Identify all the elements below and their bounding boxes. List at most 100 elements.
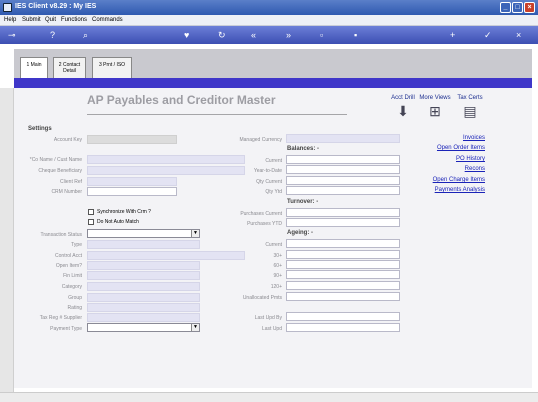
balance-ytd-field[interactable] <box>286 165 400 174</box>
ageing-120-field[interactable] <box>286 281 400 290</box>
ageing-30-field[interactable] <box>286 250 400 259</box>
ageing-60-label: 60+ <box>273 263 282 269</box>
menu-help[interactable]: Help <box>4 17 16 23</box>
content-panel <box>14 88 532 388</box>
control-acct-label: Control Acct <box>55 253 82 259</box>
managed-currency-label: Managed Currency <box>239 137 282 143</box>
qty-ytd-label: Qty Ytd <box>265 189 282 195</box>
ageing-current-label: Current <box>265 242 282 248</box>
sync-crm-label: Synchronize With Crm ? <box>97 209 151 215</box>
open-order-items-link[interactable]: Open Order Items <box>437 145 485 151</box>
ageing-90-label: 90+ <box>273 273 282 279</box>
purchases-ytd-field[interactable] <box>286 218 400 227</box>
turnover-heading: Turnover: - <box>287 199 319 205</box>
rewind-icon[interactable]: « <box>251 30 256 40</box>
tab-contact-label: 2 Contact Detail <box>58 62 81 74</box>
app-icon <box>3 3 12 12</box>
group-label: Group <box>68 295 82 301</box>
save-icon[interactable]: ▪ <box>354 30 357 40</box>
check-icon[interactable]: ✓ <box>484 30 492 40</box>
fin-limit-label: Fin Limit <box>63 273 82 279</box>
open-charge-items-link[interactable]: Open Charge Items <box>433 177 485 183</box>
maximize-icon[interactable]: □ <box>512 2 523 13</box>
close-icon[interactable]: × <box>524 2 535 13</box>
crm-number-label: CRM Number <box>51 189 82 195</box>
add-icon[interactable]: + <box>450 30 455 40</box>
payment-type-select[interactable]: ▼ <box>87 323 200 332</box>
page-title: AP Payables and Creditor Master <box>87 93 276 107</box>
stop-icon[interactable]: ▫ <box>320 30 323 40</box>
last-upd-field[interactable] <box>286 323 400 332</box>
chevron-down-icon[interactable]: ▼ <box>191 230 199 237</box>
ageing-30-label: 30+ <box>273 253 282 259</box>
open-item-field[interactable] <box>87 261 200 270</box>
fast-forward-icon[interactable]: » <box>286 30 291 40</box>
category-field[interactable] <box>87 282 200 291</box>
sync-crm-checkbox[interactable] <box>88 209 94 215</box>
menu-bar: Help Submit Quit Functions Commands <box>0 15 538 26</box>
open-item-label: Open Item? <box>55 263 82 269</box>
rating-label: Rating <box>67 305 82 311</box>
acct-drill-button[interactable]: Acct Drill ⬇ <box>390 95 416 120</box>
tax-certs-button[interactable]: Tax Certs ▤ <box>456 95 484 120</box>
fin-limit-field[interactable] <box>87 271 200 280</box>
client-ref-label: Client Ref <box>60 179 82 185</box>
rating-field[interactable] <box>87 303 200 312</box>
last-upd-by-label: Last Upd By <box>254 315 282 321</box>
tab-main-label: 1 Main <box>26 62 42 68</box>
more-views-button[interactable]: More Views ⊞ <box>418 95 452 120</box>
balance-current-label: Current <box>265 158 282 164</box>
settings-heading: Settings <box>28 126 52 132</box>
minimize-icon[interactable]: _ <box>500 2 511 13</box>
balances-heading: Balances: - <box>287 146 320 152</box>
transaction-status-select[interactable]: ▼ <box>87 229 200 238</box>
tax-reg-label: Tax Reg # Supplier <box>39 315 82 321</box>
balance-current-field[interactable] <box>286 155 400 164</box>
client-ref-field[interactable] <box>87 177 177 186</box>
toolbar-close-icon[interactable]: × <box>516 30 521 40</box>
no-auto-match-checkbox[interactable] <box>88 219 94 225</box>
hierarchy-icon: ⊞ <box>429 103 441 119</box>
recons-link[interactable]: Recons <box>465 166 485 172</box>
account-key-field[interactable] <box>87 135 177 144</box>
menu-quit[interactable]: Quit <box>45 17 56 23</box>
ageing-90-field[interactable] <box>286 270 400 279</box>
crm-number-field[interactable] <box>87 187 177 196</box>
qty-current-field[interactable] <box>286 176 400 185</box>
status-bar <box>0 392 538 402</box>
ageing-60-field[interactable] <box>286 260 400 269</box>
heart-icon[interactable]: ♥ <box>184 30 189 40</box>
key-icon[interactable]: ⊸ <box>8 30 16 40</box>
header-bar <box>14 78 532 88</box>
tab-contact-detail[interactable]: 2 Contact Detail <box>53 57 86 78</box>
menu-functions[interactable]: Functions <box>61 17 87 23</box>
title-underline <box>87 114 347 115</box>
unallocated-pmts-label: Unallocated Pmts <box>242 295 282 301</box>
group-field[interactable] <box>87 293 200 302</box>
download-icon: ⬇ <box>397 103 409 119</box>
payments-analysis-link[interactable]: Payments Analysis <box>435 187 485 193</box>
qty-ytd-field[interactable] <box>286 186 400 195</box>
tax-certs-label: Tax Certs <box>457 95 483 101</box>
account-key-label: Account Key <box>53 137 82 143</box>
tax-reg-field[interactable] <box>87 313 200 322</box>
managed-currency-field[interactable] <box>286 134 400 143</box>
purchases-current-field[interactable] <box>286 208 400 217</box>
tab-prnt-iso[interactable]: 3 Prnt / ISO <box>92 57 132 78</box>
window-title: IES Client v8.29 : My IES <box>15 3 97 10</box>
search-icon[interactable]: ⌕ <box>83 30 88 40</box>
menu-commands[interactable]: Commands <box>92 17 123 23</box>
invoices-link[interactable]: Invoices <box>463 135 485 141</box>
last-upd-label: Last Upd <box>261 326 282 332</box>
unallocated-pmts-field[interactable] <box>286 292 400 301</box>
toolbar: ⊸ ? ⌕ ♥ ↻ « » ▫ ▪ + ✓ × <box>0 26 538 44</box>
purchases-current-label: Purchases Current <box>240 211 282 217</box>
type-field[interactable] <box>87 240 200 249</box>
help-icon[interactable]: ? <box>50 30 55 40</box>
refresh-icon[interactable]: ↻ <box>218 30 226 40</box>
ageing-current-field[interactable] <box>286 239 400 248</box>
menu-submit[interactable]: Submit <box>22 17 41 23</box>
last-upd-by-field[interactable] <box>286 312 400 321</box>
po-history-link[interactable]: PO History <box>456 156 485 162</box>
chevron-down-icon[interactable]: ▼ <box>191 324 199 331</box>
